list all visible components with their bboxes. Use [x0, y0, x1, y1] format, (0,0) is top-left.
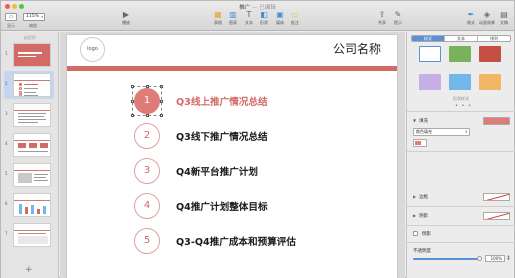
agenda-item-text[interactable]: Q4新平台推广计划 [176, 164, 258, 178]
reflection-checkbox[interactable] [413, 231, 418, 236]
slide-thumbnail[interactable]: 7 [4, 221, 54, 249]
media-icon: ▣ [276, 10, 284, 19]
divider [407, 225, 515, 226]
document-icon: ▤ [500, 10, 508, 19]
document-button[interactable]: ▤ 文稿 [499, 10, 509, 26]
slide[interactable]: logo 公司名称 1 Q3线上推广情况总结 2 Q3线下推广情况总结 3 Q4… [67, 35, 397, 278]
text-button[interactable]: T 文本 [244, 10, 254, 26]
slide-thumbnail-selected[interactable]: 2 [4, 71, 54, 99]
style-swatch-blue[interactable] [449, 74, 471, 90]
view-label: 显示 [7, 23, 15, 28]
slide-thumbnail[interactable]: 1 [4, 41, 54, 69]
style-swatch-red[interactable] [479, 46, 501, 62]
share-icon: ⇪ [378, 10, 386, 19]
comment-button[interactable]: ▭ 批注 [290, 10, 300, 26]
lightbulb-icon: ✎ [394, 10, 402, 19]
agenda-number-circle[interactable]: 5 [134, 228, 160, 254]
agenda-item-text[interactable]: Q3-Q4推广成本和预算评估 [176, 234, 296, 248]
style-swatch-white[interactable] [419, 46, 441, 62]
border-style-preview[interactable] [483, 193, 510, 201]
opacity-stepper[interactable]: ▲ ▼ [506, 255, 511, 262]
border-section[interactable]: ▶ 边框 [413, 194, 428, 200]
opacity-input[interactable]: 100% [485, 255, 505, 262]
inspector-tabs: 样式 文本 排列 [411, 35, 511, 42]
text-icon: T [246, 10, 252, 19]
play-button[interactable]: ▶ 播放 [121, 10, 131, 26]
animate-button[interactable]: ◈ 动画效果 [479, 10, 495, 26]
agenda-number-circle[interactable]: 1 [134, 88, 160, 114]
disclosure-closed-icon: ▶ [413, 213, 417, 218]
tab-text[interactable]: 文本 [445, 36, 478, 41]
tab-style[interactable]: 样式 [412, 36, 445, 41]
slide-thumbnail[interactable]: 6 [4, 191, 54, 219]
format-button[interactable]: ✒ 格式 [466, 10, 476, 26]
opacity-slider-knob[interactable] [477, 256, 482, 261]
chevron-down-icon: ⇕ [464, 129, 468, 134]
shadow-section[interactable]: ▶ 阴影 [413, 213, 428, 219]
divider [407, 206, 515, 207]
shape-icon: ◧ [260, 10, 268, 19]
style-swatch-purple[interactable] [419, 74, 441, 90]
tab-arrange[interactable]: 排列 [478, 36, 510, 41]
chart-icon: ▥ [229, 10, 237, 19]
agenda-item-text[interactable]: Q3线上推广情况总结 [176, 94, 268, 108]
chart-button[interactable]: ▥ 图表 [228, 10, 238, 26]
slide-thumbnail[interactable]: 5 [4, 161, 54, 189]
disclosure-open-icon: ▼ [413, 118, 417, 123]
agenda-number-circle[interactable]: 3 [134, 158, 160, 184]
app-window: 推广 — 已编辑 ▭ 显示 115% ▾ 缩放 ▶ 播放 ▦ 表格 ▥ 图表 T … [0, 0, 515, 278]
shape-style-label: 形状样式 [453, 96, 469, 101]
agenda-number-circle[interactable]: 2 [134, 123, 160, 149]
agenda-number-circle[interactable]: 4 [134, 193, 160, 219]
company-name[interactable]: 公司名称 [333, 40, 381, 57]
fill-type-select[interactable]: 颜色填充 ⇕ [413, 128, 470, 136]
style-pager[interactable]: • • • [455, 103, 472, 109]
slide-navigator: 幻灯片 1 2 3 4 5 6 7 + [1, 32, 59, 278]
style-swatch-orange[interactable] [479, 74, 501, 90]
style-swatch-green[interactable] [449, 46, 471, 62]
add-slide-button[interactable]: + [25, 266, 33, 275]
divider [407, 151, 515, 152]
paintbrush-icon: ✒ [467, 10, 475, 19]
logo-placeholder[interactable]: logo [80, 37, 105, 62]
table-button[interactable]: ▦ 表格 [213, 10, 223, 26]
reflection-label: 倒影 [422, 232, 431, 237]
toolbar: 推广 — 已编辑 ▭ 显示 115% ▾ 缩放 ▶ 播放 ▦ 表格 ▥ 图表 T … [1, 1, 514, 31]
share-button[interactable]: ⇪ 共享 [377, 10, 387, 26]
window-title: 推广 — 已编辑 [239, 5, 276, 11]
divider [407, 111, 515, 112]
opacity-label: 不透明度 [413, 249, 431, 254]
shadow-style-preview[interactable] [483, 212, 510, 220]
slide-thumbnail[interactable]: 4 [4, 131, 54, 159]
zoom-label: 缩放 [29, 23, 37, 28]
shape-button[interactable]: ◧ 形状 [259, 10, 269, 26]
tips-button[interactable]: ✎ 提示 [393, 10, 403, 26]
media-button[interactable]: ▣ 媒体 [275, 10, 285, 26]
opacity-slider[interactable] [413, 258, 481, 260]
view-button[interactable]: ▭ [5, 13, 17, 21]
table-icon: ▦ [214, 10, 222, 19]
zoom-select[interactable]: 115% ▾ [23, 13, 45, 21]
format-inspector: 样式 文本 排列 形状样式 • • • ▼ 填充 颜色填充 ⇕ ▶ 边框 ▶ 阴影 [406, 32, 515, 278]
color-picker-button[interactable] [413, 139, 427, 147]
disclosure-closed-icon: ▶ [413, 194, 417, 199]
slide-canvas: logo 公司名称 1 Q3线上推广情况总结 2 Q3线下推广情况总结 3 Q4… [60, 32, 405, 278]
play-icon: ▶ [122, 10, 130, 19]
slide-thumbnail[interactable]: 3 [4, 101, 54, 129]
animate-icon: ◈ [483, 10, 491, 19]
agenda-item-text[interactable]: Q4推广计划整体目标 [176, 199, 268, 213]
agenda-item-text[interactable]: Q3线下推广情况总结 [176, 129, 268, 143]
fill-color-well[interactable] [483, 117, 510, 125]
fill-section[interactable]: ▼ 填充 [413, 118, 428, 124]
comment-icon: ▭ [291, 10, 299, 19]
divider [407, 242, 515, 243]
title-divider-bar[interactable] [67, 66, 397, 71]
